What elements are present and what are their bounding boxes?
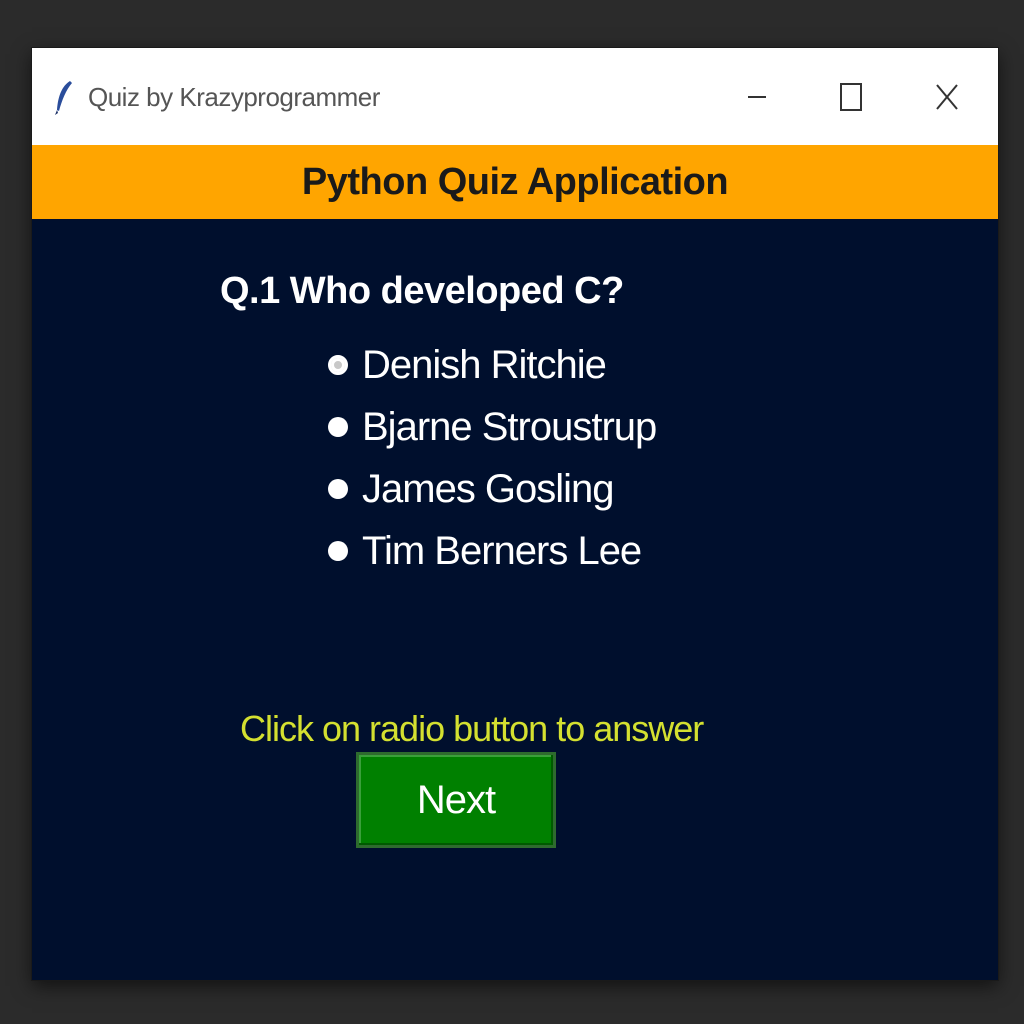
- next-button[interactable]: Next: [356, 752, 556, 848]
- window-title: Quiz by Krazyprogrammer: [88, 82, 380, 112]
- radio-button[interactable]: [328, 417, 348, 437]
- option-label: James Gosling: [362, 466, 615, 511]
- radio-button[interactable]: [328, 541, 348, 561]
- radio-button[interactable]: [328, 479, 348, 499]
- app-header: Python Quiz Application: [32, 145, 998, 219]
- question-text: Q.1 Who developed C?: [220, 270, 624, 312]
- option-3[interactable]: James Gosling: [328, 458, 828, 520]
- quiz-window: Quiz by Krazyprogrammer Python Quiz Appl…: [32, 48, 998, 980]
- close-button[interactable]: [912, 70, 982, 124]
- minimize-icon: [747, 87, 767, 107]
- app-title: Python Quiz Application: [301, 160, 729, 203]
- minimize-button[interactable]: [722, 70, 792, 124]
- answer-options: Denish Ritchie Bjarne Stroustrup James G…: [328, 334, 828, 582]
- option-label: Denish Ritchie: [362, 342, 607, 387]
- option-2[interactable]: Bjarne Stroustrup: [328, 396, 828, 458]
- radio-button[interactable]: [328, 355, 348, 375]
- feather-icon: [54, 80, 74, 116]
- title-bar[interactable]: Quiz by Krazyprogrammer: [32, 48, 998, 145]
- option-label: Bjarne Stroustrup: [362, 404, 657, 449]
- instruction-text: Click on radio button to answer: [240, 708, 704, 749]
- maximize-button[interactable]: [816, 70, 886, 124]
- maximize-icon: [840, 83, 862, 111]
- option-1[interactable]: Denish Ritchie: [328, 334, 828, 396]
- option-label: Tim Berners Lee: [362, 528, 642, 573]
- next-button-label: Next: [416, 777, 496, 822]
- close-icon: [935, 83, 959, 111]
- option-4[interactable]: Tim Berners Lee: [328, 520, 828, 582]
